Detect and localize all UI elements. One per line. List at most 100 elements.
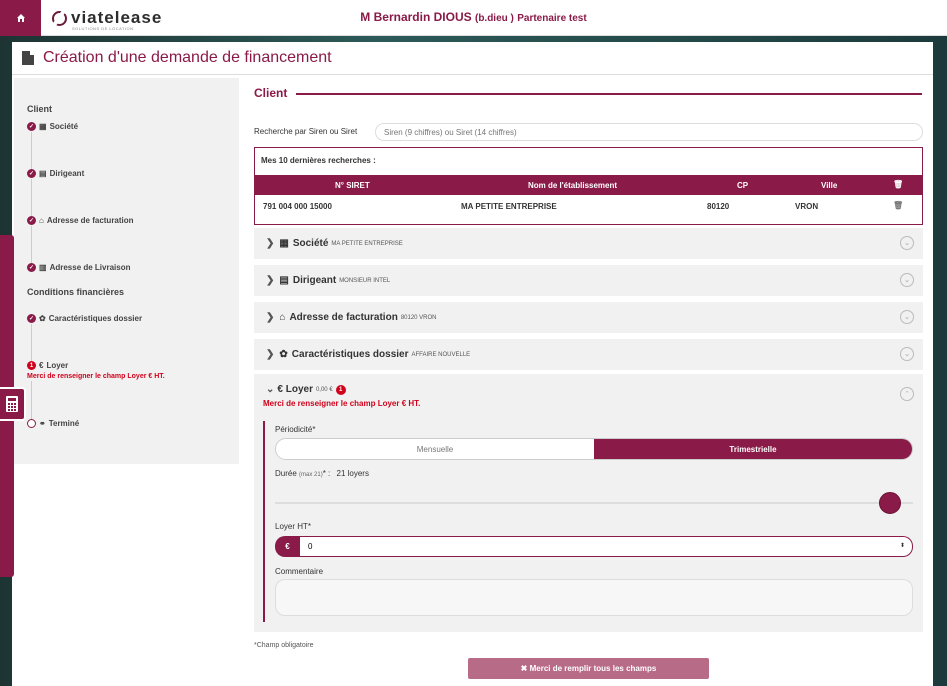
- siren-search-input[interactable]: [375, 123, 923, 141]
- stepper-group-conditions: Conditions financières: [27, 287, 125, 297]
- page-title: Création d'une demande de financement: [43, 49, 332, 66]
- spinner-icon[interactable]: ⬍: [900, 542, 905, 549]
- periodicite-label: Périodicité*: [275, 425, 316, 434]
- card-header: Création d'une demande de financement: [12, 42, 933, 75]
- stepper-connector: [31, 132, 32, 172]
- step-adresse-facturation[interactable]: ✓ ⌂ Adresse de facturation: [27, 216, 134, 225]
- building-icon: ▦: [279, 238, 289, 249]
- step-label: Adresse de Livraison: [49, 263, 131, 272]
- currency-addon: €: [275, 536, 300, 557]
- column-header: Nom de l'établissement: [528, 181, 618, 190]
- chevron-right-icon: ❯: [266, 238, 275, 249]
- duree-max: (max 21): [299, 472, 323, 478]
- recent-searches: Mes 10 dernières recherches : N° SIRET N…: [254, 147, 923, 225]
- loyer-amount: 0,00 €: [315, 386, 333, 393]
- calculator-icon: [6, 396, 18, 412]
- stepper: Client ✓ ▦ Société ✓ ▤ Dirigeant ✓ ⌂ Adr…: [14, 78, 239, 464]
- cell-cp: 80120: [707, 202, 730, 211]
- chevron-down-icon: ⌄: [900, 310, 914, 324]
- id-card-icon: ▤: [39, 169, 47, 178]
- duree-slider-handle[interactable]: [879, 492, 901, 514]
- duree-label: Durée: [275, 469, 297, 478]
- loyer-ht-field: € ⬍: [275, 536, 913, 557]
- column-header: CP: [737, 181, 749, 190]
- stepper-connector: [31, 179, 32, 219]
- accordion-label: Société: [292, 238, 329, 249]
- accordion-dirigeant[interactable]: ❯ ▤ Dirigeant MONSIEUR INTEL ⌄: [254, 265, 923, 296]
- step-adresse-livraison[interactable]: ✓ ▥ Adresse de Livraison: [27, 263, 130, 272]
- cell-ville: VRON: [795, 202, 819, 211]
- duree-slider-track[interactable]: [275, 502, 913, 504]
- partner-name: Partenaire test: [517, 13, 587, 24]
- error-badge: 1: [27, 361, 36, 370]
- step-caracteristiques[interactable]: ✓ ✿ Caractéristiques dossier: [27, 314, 142, 323]
- step-dirigeant[interactable]: ✓ ▤ Dirigeant: [27, 169, 84, 178]
- chevron-down-icon: ⌄: [900, 273, 914, 287]
- trash-icon[interactable]: 🗑: [893, 201, 903, 210]
- stepper-connector: [31, 226, 32, 266]
- accordion-summary: MONSIEUR INTEL: [339, 277, 391, 284]
- home-icon: ⌂: [279, 312, 286, 323]
- recent-searches-title: Mes 10 dernières recherches :: [261, 156, 376, 165]
- chevron-right-icon: ❯: [266, 312, 275, 323]
- accordion-loyer: ⌄ € Loyer 0,00 € 1 Merci de renseigner l…: [254, 374, 923, 632]
- accordion-societe[interactable]: ❯ ▦ Société MA PETITE ENTREPRISE ⌄: [254, 228, 923, 259]
- column-header: Ville: [821, 181, 838, 190]
- top-bar: viatelease SOLUTIONS DE LOCATION M Berna…: [0, 0, 947, 36]
- submit-button[interactable]: ✖ Merci de remplir tous les champs: [468, 658, 709, 679]
- required-note: *Champ obligatoire: [254, 642, 314, 649]
- chevron-right-icon: ❯: [266, 349, 275, 360]
- user-login: (b.dieu ): [474, 13, 514, 24]
- calculator-button[interactable]: [0, 387, 26, 421]
- stepper-connector: [31, 324, 32, 364]
- gear-icon: ✿: [39, 314, 46, 323]
- home-icon: ⌂: [39, 216, 44, 225]
- step-label: Adresse de facturation: [46, 216, 134, 225]
- chevron-up-icon[interactable]: ⌃: [900, 387, 914, 401]
- chevron-down-icon: ⌄: [266, 384, 275, 395]
- option-trimestrielle[interactable]: Trimestrielle: [594, 439, 912, 459]
- stepper-connector: [31, 381, 32, 421]
- check-icon: ✓: [27, 169, 36, 178]
- duree-label-row: Durée (max 21)* : 21 loyers: [275, 469, 369, 478]
- trash-icon[interactable]: 🗑: [893, 180, 903, 189]
- loyer-accent-bar: [263, 421, 265, 622]
- id-card-icon: ▤: [279, 275, 289, 286]
- search-label: Recherche par Siren ou Siret: [254, 127, 358, 136]
- step-label: Dirigeant: [49, 169, 85, 178]
- loyer-ht-label: Loyer HT*: [275, 522, 312, 531]
- step-label: Terminé: [48, 419, 80, 428]
- commentaire-textarea[interactable]: [275, 579, 913, 616]
- accordion-label: Dirigeant: [292, 275, 337, 286]
- chevron-right-icon: ❯: [266, 275, 275, 286]
- user-name: M Bernardin DIOUS: [360, 10, 472, 24]
- commentaire-label: Commentaire: [275, 567, 324, 576]
- user-info: M Bernardin DIOUS (b.dieu ) Partenaire t…: [0, 10, 947, 24]
- table-row[interactable]: 791 004 000 15000 MA PETITE ENTREPRISE 8…: [255, 196, 922, 216]
- duree-star: * :: [322, 469, 331, 478]
- error-badge: 1: [335, 384, 346, 395]
- accordion-summary: 80120 VRON: [400, 314, 437, 321]
- step-label: Loyer: [46, 361, 69, 370]
- duree-value: 21 loyers: [336, 469, 369, 478]
- loyer-ht-input[interactable]: [300, 536, 913, 557]
- check-icon: ✓: [27, 216, 36, 225]
- cell-siret: 791 004 000 15000: [263, 202, 332, 211]
- gear-icon: ✿: [279, 349, 288, 360]
- step-societe[interactable]: ✓ ▦ Société: [27, 122, 78, 131]
- loyer-header[interactable]: ⌄ € Loyer 0,00 € 1: [266, 384, 346, 395]
- pending-circle-icon: [27, 419, 36, 428]
- stepper-group-client: Client: [27, 104, 53, 114]
- loyer-title: € Loyer: [277, 384, 313, 395]
- accordion-adresse-facturation[interactable]: ❯ ⌂ Adresse de facturation 80120 VRON ⌄: [254, 302, 923, 333]
- step-termine[interactable]: ⚭ Terminé: [27, 419, 79, 428]
- step-label: Société: [49, 122, 79, 131]
- option-mensuelle[interactable]: Mensuelle: [276, 439, 594, 459]
- accordion-summary: AFFAIRE NOUVELLE: [411, 351, 471, 358]
- table-header: N° SIRET Nom de l'établissement CP Ville…: [255, 175, 922, 195]
- step-loyer[interactable]: 1 € Loyer: [27, 361, 68, 370]
- accordion-caracteristiques[interactable]: ❯ ✿ Caractéristiques dossier AFFAIRE NOU…: [254, 339, 923, 370]
- chevron-down-icon: ⌄: [900, 236, 914, 250]
- cell-name: MA PETITE ENTREPRISE: [461, 202, 557, 211]
- accordion-label: Adresse de facturation: [289, 312, 398, 323]
